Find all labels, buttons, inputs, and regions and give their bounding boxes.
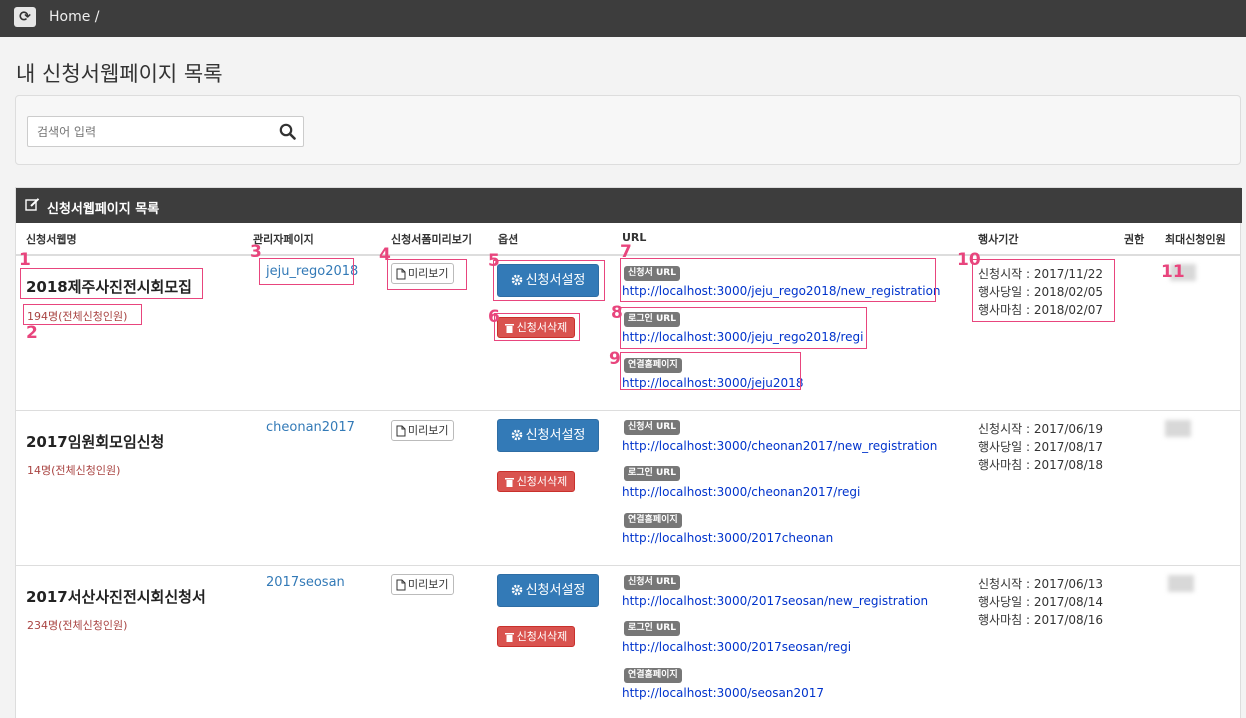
search-panel — [15, 95, 1241, 165]
annotation-number-11: 11 — [1161, 262, 1185, 282]
registration-start: 신청시작 : 2017/06/13 — [978, 577, 1103, 591]
edit-icon — [25, 198, 40, 211]
annotation-box-2 — [23, 304, 142, 325]
preview-button[interactable]: 미리보기 — [391, 574, 455, 595]
login-url-link[interactable]: http://localhost:3000/2017seosan/regi — [622, 640, 851, 654]
login-url-badge: 로그인 URL — [624, 466, 680, 481]
login-url-badge: 로그인 URL — [624, 621, 680, 636]
login-url-link[interactable]: http://localhost:3000/cheonan2017/regi — [622, 485, 860, 499]
column-header-max: 최대신청인원 — [1165, 233, 1226, 246]
registration-start: 신청시작 : 2017/06/19 — [978, 422, 1103, 436]
preview-button[interactable]: 미리보기 — [391, 420, 455, 441]
column-header-preview: 신청서폼미리보기 — [391, 233, 472, 246]
annotation-box-9 — [620, 352, 801, 390]
max-applicants-redacted — [1168, 575, 1194, 592]
admin-page-link[interactable]: cheonan2017 — [266, 420, 355, 435]
search-icon[interactable] — [279, 123, 296, 140]
event-day: 행사당일 : 2017/08/14 — [978, 595, 1103, 609]
form-url-link[interactable]: http://localhost:3000/2017seosan/new_reg… — [622, 594, 928, 608]
panel-title: 신청서웹페이지 목록 — [47, 202, 160, 217]
trash-icon — [504, 633, 514, 642]
document-icon — [396, 579, 406, 591]
annotation-number-3: 3 — [250, 242, 262, 262]
annotation-number-6: 6 — [488, 307, 500, 327]
search-box — [27, 116, 304, 147]
annotation-box-1 — [20, 268, 203, 299]
column-header-permission: 권한 — [1124, 233, 1145, 246]
annotation-number-8: 8 — [611, 303, 623, 323]
breadcrumb[interactable]: Home / — [49, 9, 100, 25]
admin-page-link[interactable]: 2017seosan — [266, 575, 345, 590]
column-header-admin: 관리자페이지 — [253, 233, 314, 246]
row-divider — [16, 410, 1240, 411]
annotation-number-4: 4 — [379, 245, 391, 265]
annotation-box-10 — [972, 259, 1115, 322]
page-title: 내 신청서웹페이지 목록 — [16, 62, 223, 86]
homepage-link[interactable]: http://localhost:3000/2017cheonan — [622, 531, 833, 545]
form-url-badge: 신청서 URL — [624, 420, 680, 435]
total-count: 234명(전체신청인원) — [27, 619, 128, 632]
max-applicants-redacted — [1165, 420, 1191, 437]
annotation-box-5 — [493, 260, 605, 301]
homepage-link[interactable]: http://localhost:3000/seosan2017 — [622, 686, 824, 700]
refresh-icon[interactable]: ⟳ — [14, 7, 36, 27]
gear-icon — [511, 584, 522, 596]
event-end: 행사마침 : 2017/08/18 — [978, 458, 1103, 472]
row-divider — [16, 565, 1240, 566]
annotation-number-10: 10 — [957, 250, 981, 270]
form-url-badge: 신청서 URL — [624, 575, 680, 590]
column-header-options: 옵션 — [498, 233, 519, 246]
settings-button[interactable]: 신청서설정 — [497, 574, 599, 607]
event-name: 2017임원회모임신청 — [26, 433, 165, 451]
settings-button[interactable]: 신청서설정 — [497, 419, 599, 452]
homepage-badge: 연결홈페이지 — [624, 668, 682, 683]
search-input[interactable] — [37, 122, 267, 142]
column-header-period: 행사기간 — [978, 233, 1019, 246]
panel-heading: 신청서웹페이지 목록 — [16, 188, 1242, 223]
document-icon — [396, 425, 406, 437]
event-end: 행사마침 : 2017/08/16 — [978, 613, 1103, 627]
annotation-number-9: 9 — [609, 349, 621, 369]
annotation-box-7 — [620, 258, 936, 302]
top-bar: ⟳ Home / — [0, 0, 1246, 37]
annotation-number-7: 7 — [620, 242, 632, 262]
event-name: 2017서산사진전시회신청서 — [26, 588, 206, 606]
annotation-box-6 — [494, 313, 580, 341]
annotation-number-2: 2 — [26, 323, 38, 343]
trash-icon — [504, 478, 514, 487]
annotation-box-4 — [387, 259, 467, 290]
annotation-box-8 — [620, 307, 867, 349]
annotation-box-3 — [259, 258, 354, 285]
homepage-badge: 연결홈페이지 — [624, 513, 682, 528]
column-header-name: 신청서웹명 — [26, 233, 77, 246]
delete-button[interactable]: 신청서삭제 — [497, 626, 575, 647]
form-url-link[interactable]: http://localhost:3000/cheonan2017/new_re… — [622, 439, 937, 453]
gear-icon — [511, 429, 522, 441]
annotation-number-1: 1 — [19, 250, 31, 270]
delete-button[interactable]: 신청서삭제 — [497, 471, 575, 492]
total-count: 14명(전체신청인원) — [27, 464, 121, 477]
annotation-number-5: 5 — [488, 251, 500, 271]
event-day: 행사당일 : 2017/08/17 — [978, 440, 1103, 454]
